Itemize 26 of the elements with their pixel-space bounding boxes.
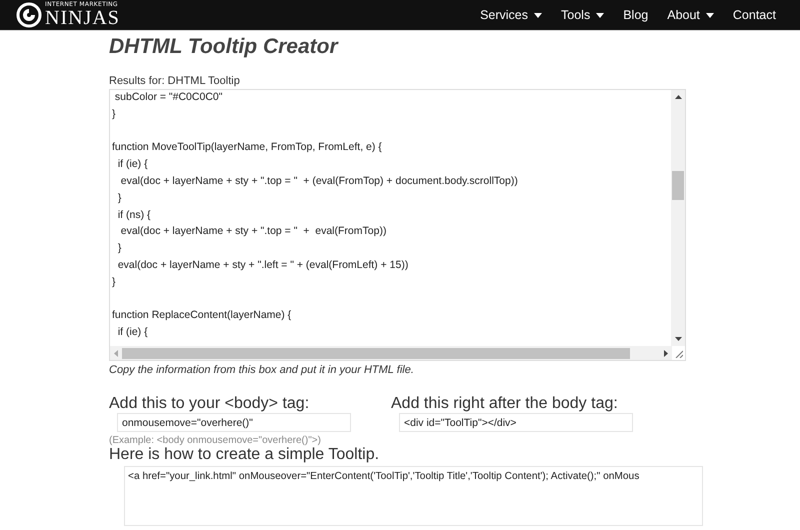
code-textarea[interactable]: <a href="your_link.html" onMouseover="EnterContent('ToolTip','Tooltip Title','Tooltip Content'); Activate();" onMous (124, 466, 703, 526)
example-text: (Example: <body onmousemove="overhere()">) (109, 435, 322, 446)
swirl-logo-icon (16, 2, 42, 28)
scroll-right-icon (664, 350, 668, 356)
vertical-scrollbar[interactable] (671, 90, 685, 346)
nav-link[interactable]: Contact (732, 8, 776, 22)
input-field[interactable]: <div id="ToolTip"></div> (399, 413, 633, 432)
scroll-down-icon (674, 337, 682, 341)
scrollbar-thumb[interactable] (672, 171, 684, 200)
horizontal-scrollbar[interactable] (110, 346, 672, 360)
nav-link[interactable]: Services (480, 8, 542, 22)
nav-link[interactable]: Tools (561, 8, 604, 22)
nav-link[interactable]: About (667, 8, 714, 22)
section-heading: Add this right after the body tag: (391, 395, 619, 413)
scroll-left-icon (114, 350, 118, 356)
scroll-up-icon (674, 95, 682, 99)
page-title: DHTML Tooltip Creator (109, 35, 340, 59)
nav-link[interactable]: Blog (623, 8, 648, 22)
section-heading: Here is how to create a simple Tooltip. (109, 446, 380, 464)
logo-wordmark: NINJAS (45, 8, 120, 28)
section-heading: Add this to your <body> tag: (109, 395, 310, 413)
code-caption: Copy the information from this box and put it in your HTML file. (109, 364, 415, 376)
scrollbar-thumb[interactable] (122, 348, 630, 358)
input-field[interactable]: onmousemove="overhere()" (117, 413, 351, 432)
resize-grip-icon[interactable] (675, 350, 683, 358)
results-label: Results for: DHTML Tooltip (109, 75, 241, 87)
